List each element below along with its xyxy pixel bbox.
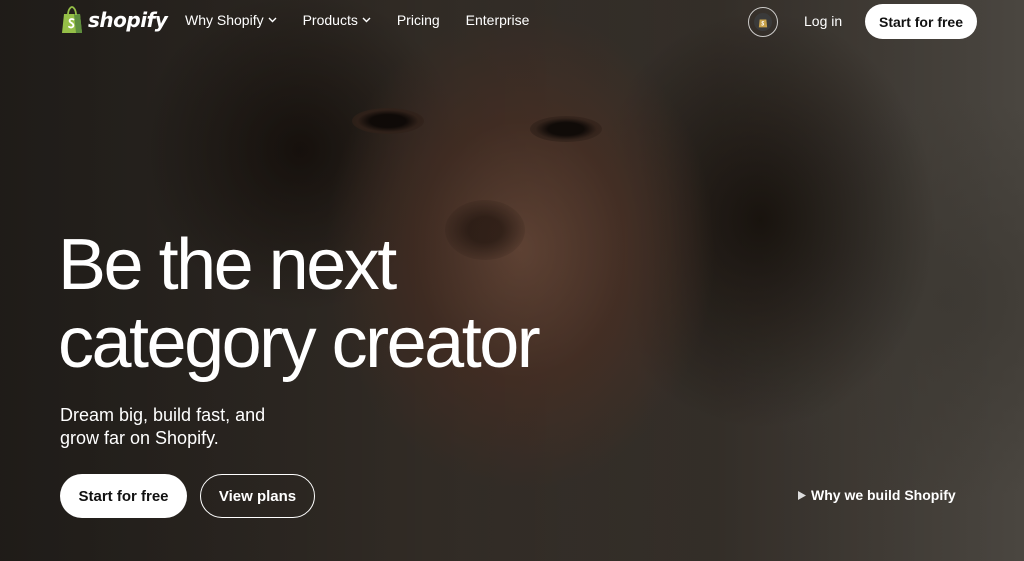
brand-name: shopify — [88, 8, 168, 32]
nav-enterprise[interactable]: Enterprise — [466, 12, 530, 28]
region-avatar — [754, 13, 772, 31]
shopify-bag-icon — [758, 19, 768, 28]
nav-label: Products — [302, 12, 358, 28]
nav-label: Enterprise — [465, 12, 530, 28]
nav-pricing[interactable]: Pricing — [397, 12, 440, 28]
start-free-button-nav[interactable]: Start for free — [865, 4, 977, 39]
hero-headline: Be the next category creator — [58, 225, 541, 383]
top-navigation: shopify Why Shopify Products Pricing Ent… — [0, 0, 1024, 44]
region-selector-button[interactable] — [748, 7, 778, 37]
login-link[interactable]: Log in — [804, 13, 842, 29]
nav-label: Why Shopify — [185, 12, 264, 28]
video-link-label: Why we build Shopify — [811, 487, 956, 503]
primary-nav: Why Shopify Products Pricing Enterprise — [185, 12, 529, 28]
play-icon — [798, 490, 806, 500]
chevron-down-icon — [362, 17, 371, 23]
chevron-down-icon — [268, 17, 277, 23]
nav-products[interactable]: Products — [303, 12, 371, 28]
headline-line: Be the next — [58, 225, 397, 305]
hero-subhead: Dream big, build fast, and grow far on S… — [60, 405, 266, 448]
shopify-bag-icon — [62, 6, 82, 33]
nav-label: Pricing — [396, 12, 440, 28]
view-plans-button[interactable]: View plans — [200, 474, 315, 518]
shopify-logo[interactable]: shopify — [60, 6, 168, 34]
headline-line: category creator — [58, 303, 541, 383]
why-we-build-video-link[interactable]: Why we build Shopify — [798, 487, 956, 503]
nav-why-shopify[interactable]: Why Shopify — [185, 12, 277, 28]
start-free-button[interactable]: Start for free — [60, 474, 187, 518]
